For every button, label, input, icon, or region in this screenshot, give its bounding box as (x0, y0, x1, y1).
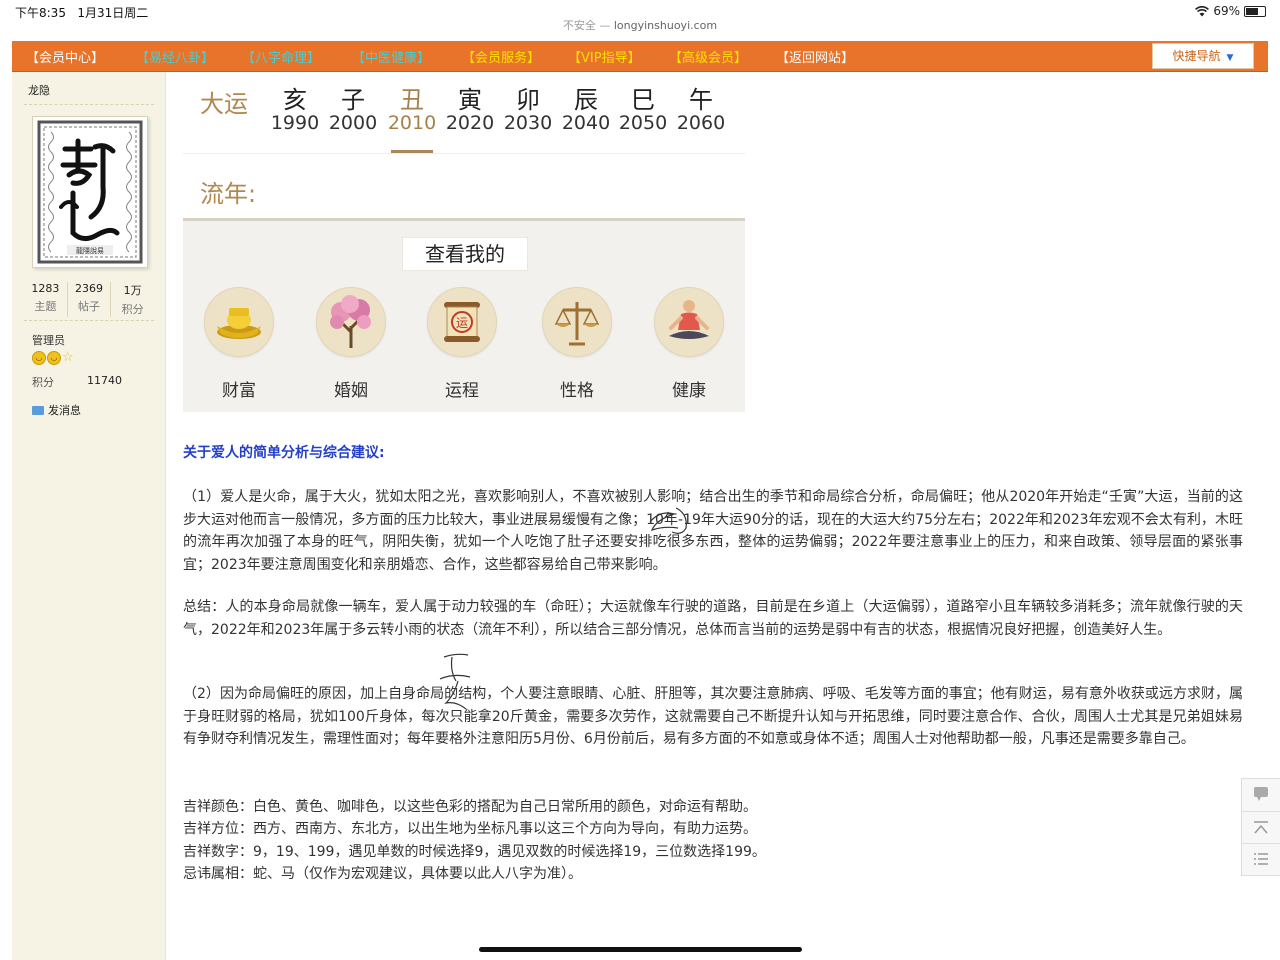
lucky-number: 吉祥数字：9，19、199，遇见单数的时候选择9，遇见双数的时候选择19，三位数… (183, 844, 766, 860)
caret-down-icon: ▼ (1226, 53, 1234, 63)
stat-posts[interactable]: 2369 帖子 (66, 282, 111, 317)
paragraph-2: （2）因为命局偏旺的原因，加上自身命局的结构，个人要注意眼睛、心脏、肝胆等，其次… (183, 686, 1243, 748)
comment-icon (1254, 787, 1268, 801)
user-sidebar: 龙隐 龍隱說易 1283 主题 2369 帖子 1万 积分 管理员 ◡ ◡ ☆ 积分 … (12, 72, 166, 960)
quick-nav-button[interactable]: 快捷导航 ▼ (1152, 43, 1254, 69)
panel-title: 查看我的 (402, 237, 528, 271)
star-rank-icon: ☆ (62, 350, 74, 365)
url-domain: longyinshuoyi.com (613, 19, 718, 32)
dayun-column[interactable]: 亥 1990 (266, 80, 324, 134)
insecure-label: 不安全 (562, 19, 596, 32)
home-indicator[interactable] (479, 947, 802, 952)
nav-bazi[interactable]: 【八字命理】 (242, 47, 320, 66)
paragraph-summary: 总结：人的本身命局就像一辆车，爱人属于动力较强的车（命旺）；大运就像车行驶的道路… (183, 599, 1243, 638)
taboo-zodiac: 忌讳属相：蛇、马（仅作为宏观建议，具体要以此人八字为准）。 (183, 866, 582, 882)
dayun-column[interactable]: 卯 2030 (499, 80, 557, 134)
analysis-heading: 关于爱人的简单分析与综合建议: (183, 445, 385, 461)
divider (24, 320, 154, 321)
address-bar[interactable]: 不安全 — longyinshuoyi.com (0, 17, 1280, 33)
dayun-column[interactable]: 巳 2050 (614, 80, 672, 134)
nav-back-to-site[interactable]: 【返回网站】 (776, 47, 854, 66)
nav-tcm-health[interactable]: 【中医健康】 (352, 47, 430, 66)
view-mine-panel: 查看我的 财富 婚姻 运 运程 性格 健康 (183, 221, 745, 412)
status-right: 69% (1195, 4, 1266, 18)
menu-list-button[interactable] (1242, 843, 1280, 875)
envelope-icon (32, 405, 44, 415)
nav-premium-member[interactable]: 【高级会员】 (669, 47, 747, 66)
health-button[interactable]: 健康 (654, 287, 724, 401)
stat-points[interactable]: 1万 积分 (110, 282, 154, 317)
dayun-column[interactable]: 寅 2020 (441, 80, 499, 134)
divider (24, 104, 154, 105)
peach-blossom-tree-icon (316, 287, 386, 357)
status-bar: 下午8:35 1月31日周二 不安全 — longyinshuoyi.com 6… (0, 0, 1280, 32)
top-nav: 【会员中心】 【易经八卦】 【八字命理】 【中医健康】 【会员服务】 【VIP指… (12, 41, 1268, 72)
avatar[interactable]: 龍隱說易 (32, 116, 148, 268)
seal-logo-icon: 龍隱說易 (37, 120, 143, 264)
sun-rank-icon: ◡ (32, 351, 46, 365)
nav-vip[interactable]: 【VIP指导】 (568, 47, 641, 66)
svg-text:运: 运 (456, 316, 468, 330)
fortune-button[interactable]: 运 运程 (427, 287, 497, 401)
wifi-icon (1195, 5, 1210, 16)
dayun-label: 大运 (200, 90, 248, 118)
nav-member-center[interactable]: 【会员中心】 (26, 47, 104, 66)
dayun-column[interactable]: 午 2060 (672, 80, 730, 134)
feedback-button[interactable] (1242, 779, 1280, 810)
user-stats: 1283 主题 2369 帖子 1万 积分 (24, 282, 154, 317)
dayun-column[interactable]: 子 2000 (324, 80, 382, 134)
list-icon (1254, 853, 1268, 865)
liunian-label: 流年: (200, 180, 257, 208)
floating-toolbar (1241, 778, 1280, 876)
score-value: 11740 (87, 374, 122, 387)
user-role[interactable]: 管理员 (32, 332, 65, 348)
lucky-color: 吉祥颜色：白色、黄色、咖啡色，以这些色彩的搭配为自己日常所用的颜色，对命运有帮助… (183, 799, 757, 815)
back-to-top-button[interactable] (1242, 811, 1280, 843)
handwriting-mark (649, 507, 687, 534)
meditation-figure-icon (654, 287, 724, 357)
username[interactable]: 龙隐 (28, 82, 50, 98)
marriage-button[interactable]: 婚姻 (316, 287, 386, 401)
arrow-up-icon (1254, 821, 1268, 834)
stat-threads[interactable]: 1283 主题 (24, 282, 67, 317)
gold-ingot-icon (204, 287, 274, 357)
battery-percent: 69% (1213, 4, 1240, 18)
personality-button[interactable]: 性格 (542, 287, 612, 401)
rank-stars: ◡ ◡ ☆ (32, 351, 74, 365)
battery-icon (1244, 5, 1266, 17)
wealth-button[interactable]: 财富 (204, 287, 274, 401)
dayun-column[interactable]: 辰 2040 (557, 80, 615, 134)
fortune-scroll-icon: 运 (427, 287, 497, 357)
svg-text:龍隱說易: 龍隱說易 (76, 246, 104, 255)
divider (183, 153, 745, 154)
send-message-link[interactable]: 发消息 (32, 402, 81, 418)
nav-member-service[interactable]: 【会员服务】 (462, 47, 540, 66)
lucky-direction: 吉祥方位：西方、西南方、东北方，以出生地为坐标凡事以这三个方向为导向，有助力运势… (183, 821, 757, 837)
score-row: 积分 11740 (32, 374, 122, 389)
dayun-column-selected[interactable]: 丑 2010 (383, 80, 441, 134)
sun-rank-icon: ◡ (47, 351, 61, 365)
paragraph-1: （1）爱人是火命，属于大火，犹如太阳之光，喜欢影响别人，不喜欢被别人影响；结合出… (183, 489, 1243, 573)
nav-yijing[interactable]: 【易经八卦】 (136, 47, 214, 66)
handwriting-mark (439, 653, 471, 710)
balance-scale-icon (542, 287, 612, 357)
